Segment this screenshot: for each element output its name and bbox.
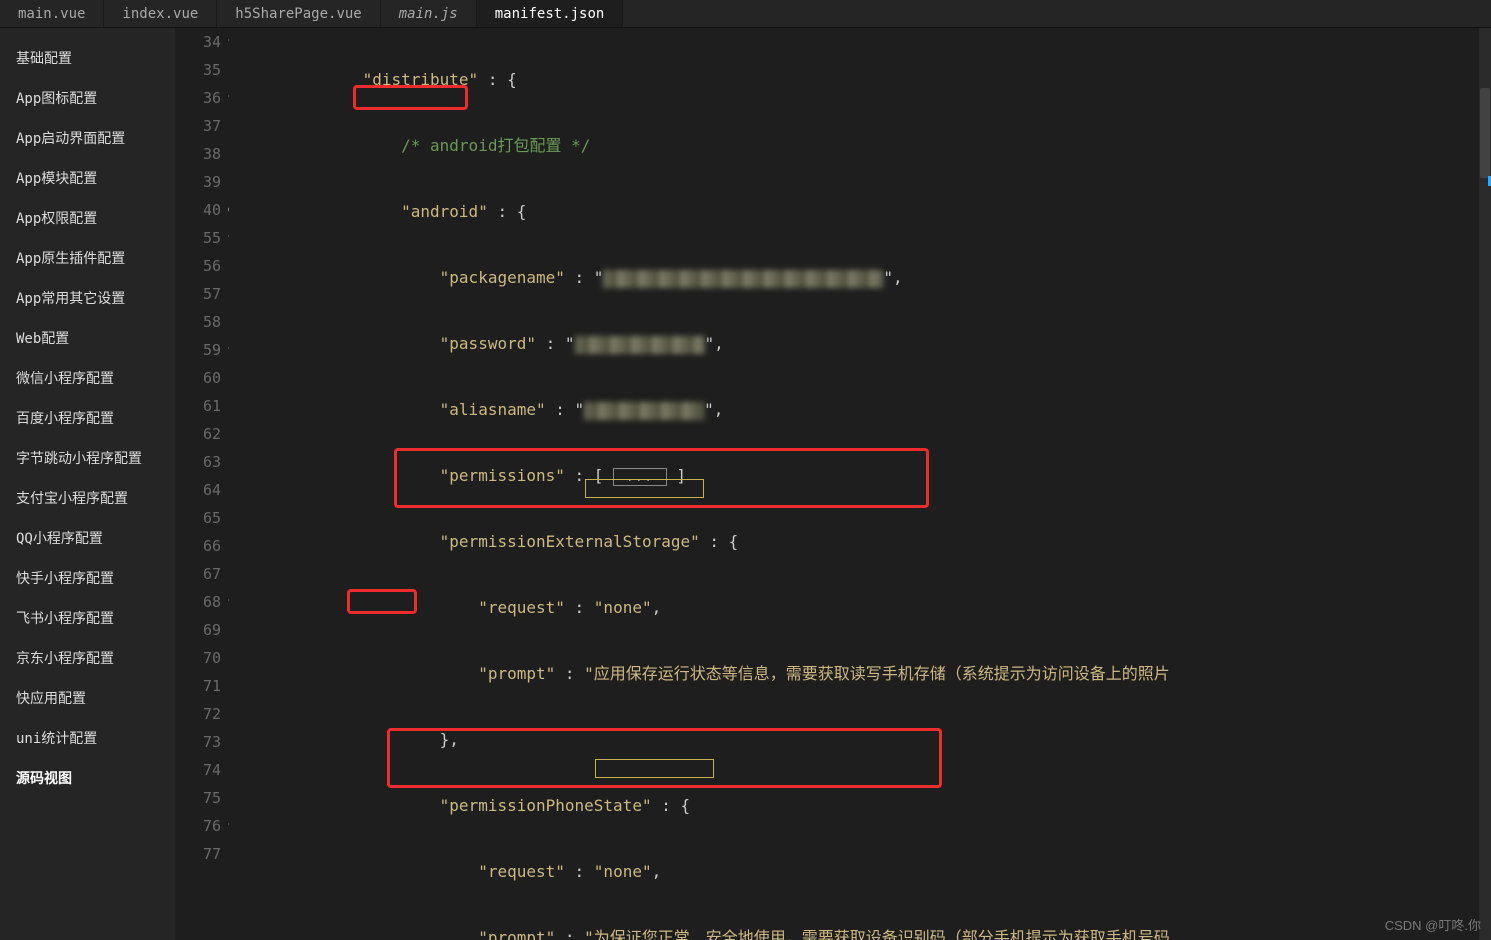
line-number: 57: [175, 280, 221, 308]
folded-region[interactable]: ...: [613, 468, 667, 486]
line-number: 58: [175, 308, 221, 336]
line-number: 76▾: [175, 812, 221, 840]
sidebar-item-app-modules[interactable]: App模块配置: [0, 158, 175, 198]
sidebar-item-app-native[interactable]: App原生插件配置: [0, 238, 175, 278]
line-number: 65: [175, 504, 221, 532]
sidebar-item-wechat[interactable]: 微信小程序配置: [0, 358, 175, 398]
line-number: 69: [175, 616, 221, 644]
line-number: 64: [175, 476, 221, 504]
watermark: CSDN @叮咚.你: [1385, 915, 1481, 934]
tab-manifest-json[interactable]: manifest.json: [477, 0, 624, 27]
line-number: 34▾: [175, 28, 221, 56]
line-number: 67: [175, 560, 221, 588]
redacted-value: [584, 402, 704, 420]
line-number: 59▾: [175, 336, 221, 364]
line-number: 38: [175, 140, 221, 168]
sidebar-item-app-icon[interactable]: App图标配置: [0, 78, 175, 118]
line-number: 36▾: [175, 84, 221, 112]
line-number-gutter: 34▾ 35 36▾ 37 38 39 40▸ 55▾ 56 57 58 59▾…: [175, 28, 229, 940]
sidebar-item-quickapp[interactable]: 快应用配置: [0, 678, 175, 718]
tab-h5sharepage[interactable]: h5SharePage.vue: [217, 0, 380, 27]
line-number: 61: [175, 392, 221, 420]
tab-main-vue[interactable]: main.vue: [0, 0, 104, 27]
sidebar-item-bytedance[interactable]: 字节跳动小程序配置: [0, 438, 175, 478]
sidebar-item-uni-stats[interactable]: uni统计配置: [0, 718, 175, 758]
scrollbar-thumb[interactable]: [1480, 88, 1490, 178]
line-number: 40▸: [175, 196, 221, 224]
line-number: 62: [175, 420, 221, 448]
line-number: 37: [175, 112, 221, 140]
line-number: 39: [175, 168, 221, 196]
redacted-value: [575, 336, 705, 354]
tab-bar: main.vue index.vue h5SharePage.vue main.…: [0, 0, 1491, 28]
sidebar-item-source-view[interactable]: 源码视图: [0, 758, 175, 798]
scrollbar-track[interactable]: [1479, 28, 1491, 940]
redacted-value: [603, 270, 883, 288]
sidebar-item-app-other[interactable]: App常用其它设置: [0, 278, 175, 318]
line-number: 66: [175, 532, 221, 560]
line-number: 63: [175, 448, 221, 476]
line-number: 56: [175, 252, 221, 280]
sidebar-item-feishu[interactable]: 飞书小程序配置: [0, 598, 175, 638]
line-number: 60: [175, 364, 221, 392]
tab-main-js[interactable]: main.js: [381, 0, 477, 27]
line-number: 35: [175, 56, 221, 84]
line-number: 70: [175, 644, 221, 672]
sidebar-item-qq[interactable]: QQ小程序配置: [0, 518, 175, 558]
line-number: 75: [175, 784, 221, 812]
sidebar-item-kuaishou[interactable]: 快手小程序配置: [0, 558, 175, 598]
tab-index-vue[interactable]: index.vue: [104, 0, 217, 27]
sidebar-item-jd[interactable]: 京东小程序配置: [0, 638, 175, 678]
code-editor[interactable]: "distribute" : { /* android打包配置 */ "andr…: [229, 28, 1491, 940]
highlight-runtestapp-2: [595, 759, 714, 778]
sidebar-item-baidu[interactable]: 百度小程序配置: [0, 398, 175, 438]
line-number: 74: [175, 756, 221, 784]
sidebar-item-web[interactable]: Web配置: [0, 318, 175, 358]
line-number: 73: [175, 728, 221, 756]
config-sidebar: 基础配置 App图标配置 App启动界面配置 App模块配置 App权限配置 A…: [0, 28, 175, 940]
sidebar-item-app-splash[interactable]: App启动界面配置: [0, 118, 175, 158]
line-number: 71: [175, 672, 221, 700]
line-number: 68▾: [175, 588, 221, 616]
line-number: 77: [175, 840, 221, 868]
sidebar-item-app-perms[interactable]: App权限配置: [0, 198, 175, 238]
line-number: 55▾: [175, 224, 221, 252]
sidebar-item-alipay[interactable]: 支付宝小程序配置: [0, 478, 175, 518]
line-number: 72: [175, 700, 221, 728]
sidebar-item-basic[interactable]: 基础配置: [0, 38, 175, 78]
